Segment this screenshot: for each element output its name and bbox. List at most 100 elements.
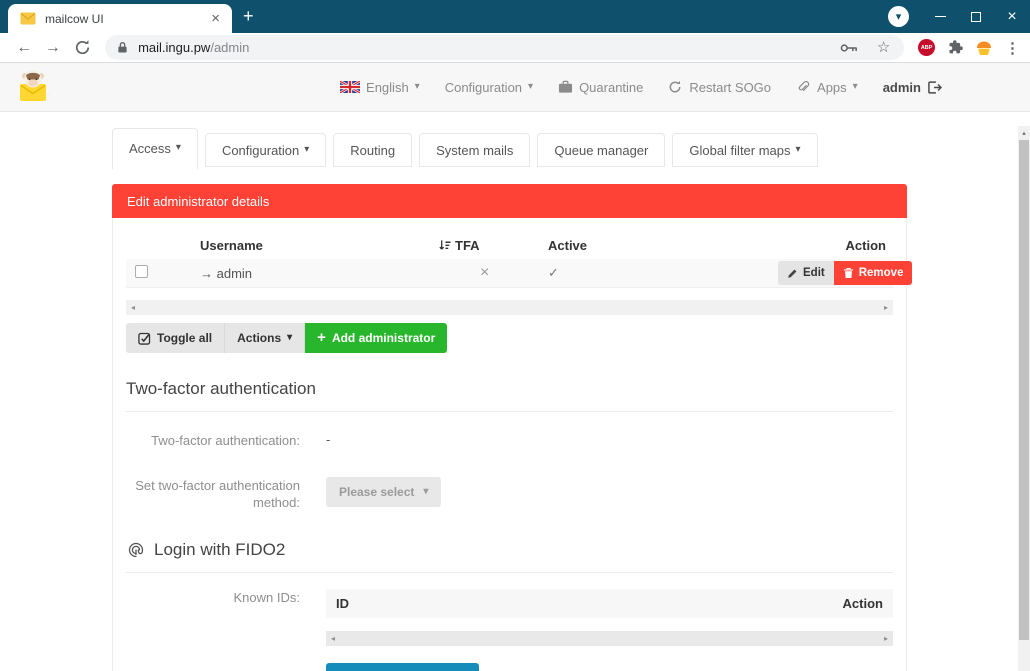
url-host: mail.ingu.pw	[138, 40, 210, 55]
tab-system-mails[interactable]: System mails	[419, 133, 530, 167]
forward-button[interactable]: →	[39, 39, 68, 57]
fingerprint-icon	[126, 540, 146, 560]
mailcow-favicon-icon	[20, 12, 36, 25]
fido2-col-id: ID	[336, 596, 349, 611]
uk-flag-icon	[340, 81, 360, 93]
minimize-icon	[935, 16, 946, 17]
tfa-heading-text: Two-factor authentication	[126, 379, 316, 399]
extensions-puzzle-icon[interactable]	[948, 40, 963, 55]
toggle-all-button[interactable]: Toggle all	[126, 323, 225, 353]
known-ids-label: Known IDs:	[126, 589, 300, 607]
browser-titlebar: mailcow UI × + ▾ ×	[0, 0, 1030, 33]
username-value: admin	[217, 266, 252, 281]
refresh-icon	[668, 80, 683, 94]
actions-dropdown-button[interactable]: Actions ▾	[225, 323, 305, 353]
tab-label: Queue manager	[554, 143, 648, 158]
restart-sogo-link[interactable]: Restart SOGo	[668, 80, 771, 95]
scroll-left-icon[interactable]: ◂	[331, 634, 335, 643]
quarantine-label: Quarantine	[579, 80, 643, 95]
row-username: → admin	[190, 266, 438, 281]
pencil-icon	[787, 268, 798, 279]
lock-icon[interactable]	[117, 41, 128, 54]
panel-body: Username TFA Active Action → admin	[112, 218, 907, 671]
profile-avatar[interactable]: ▾	[888, 6, 909, 27]
col-tfa-label: TFA	[455, 238, 480, 253]
close-window-button[interactable]: ×	[994, 0, 1030, 33]
tab-label: Configuration	[222, 143, 299, 158]
apps-menu[interactable]: Apps ▾	[796, 80, 858, 95]
scroll-left-icon[interactable]: ◂	[131, 303, 135, 312]
url-path: /admin	[210, 40, 249, 55]
scroll-right-icon[interactable]: ▸	[884, 303, 888, 312]
link-icon	[796, 80, 811, 94]
col-action: Action	[778, 238, 893, 253]
tfa-section-heading: Two-factor authentication	[126, 379, 893, 412]
admin-table-header: Username TFA Active Action	[126, 231, 893, 259]
remove-button[interactable]: Remove	[834, 261, 913, 285]
scroll-right-icon[interactable]: ▸	[884, 634, 888, 643]
known-ids-row: Known IDs: ID Action ◂ ▸ Register FIDO2 …	[126, 589, 893, 671]
mailcow-page: English ▾ Configuration ▾ Quarantine Res…	[0, 63, 1030, 671]
configuration-label: Configuration	[445, 80, 522, 95]
bookmark-star-icon[interactable]: ☆	[877, 40, 890, 55]
tfa-method-row: Set two-factor authentication method: Pl…	[126, 477, 893, 512]
tab-routing[interactable]: Routing	[333, 133, 412, 167]
restart-sogo-label: Restart SOGo	[689, 80, 771, 95]
browser-menu-icon[interactable]: ⋮	[1005, 39, 1020, 57]
tab-global-filter-maps[interactable]: Global filter maps ▾	[672, 133, 817, 167]
table-horizontal-scrollbar[interactable]: ◂ ▸	[126, 300, 893, 315]
edit-admin-panel: Edit administrator details Username TFA …	[112, 184, 907, 671]
edit-label: Edit	[803, 267, 825, 279]
password-key-icon[interactable]	[840, 42, 859, 54]
admin-tabs: Access ▾ Configuration ▾ Routing System …	[112, 128, 907, 169]
check-square-icon	[138, 332, 151, 345]
adblock-extension-icon[interactable]: ABP	[918, 39, 935, 56]
tab-queue-manager[interactable]: Queue manager	[537, 133, 665, 167]
scroll-up-icon[interactable]: ▴	[1018, 126, 1030, 137]
language-menu[interactable]: English ▾	[340, 80, 420, 95]
maximize-button[interactable]	[958, 0, 994, 33]
sort-icon[interactable]	[438, 239, 451, 252]
browser-tab[interactable]: mailcow UI ×	[8, 4, 232, 33]
panel-title-text: Edit administrator details	[127, 194, 269, 209]
new-tab-button[interactable]: +	[243, 6, 254, 27]
edit-button[interactable]: Edit	[778, 261, 834, 285]
tab-close-icon[interactable]: ×	[209, 11, 222, 26]
configuration-menu[interactable]: Configuration ▾	[445, 80, 533, 95]
page-vertical-scrollbar[interactable]: ▴	[1018, 126, 1030, 671]
caret-down-icon: ▾	[528, 82, 533, 92]
row-checkbox[interactable]	[135, 265, 148, 278]
tfa-current-row: Two-factor authentication: -	[126, 432, 893, 450]
avatar-caret-icon: ▾	[896, 12, 902, 23]
tab-configuration[interactable]: Configuration ▾	[205, 133, 326, 167]
tfa-method-select-label: Please select	[339, 485, 414, 499]
caret-down-icon: ▾	[176, 143, 181, 153]
tfa-current-value: -	[326, 432, 330, 447]
tab-label: Routing	[350, 143, 395, 158]
address-bar[interactable]: mail.ingu.pw/admin ☆	[105, 35, 904, 60]
quarantine-link[interactable]: Quarantine	[558, 80, 643, 95]
apps-label: Apps	[817, 80, 847, 95]
add-administrator-button[interactable]: + Add administrator	[305, 323, 447, 353]
back-button[interactable]: ←	[10, 39, 39, 57]
reload-button[interactable]	[74, 39, 91, 56]
muffin-extension-icon[interactable]	[975, 40, 993, 56]
minimize-button[interactable]	[922, 0, 958, 33]
mailcow-navbar: English ▾ Configuration ▾ Quarantine Res…	[0, 63, 1030, 112]
tfa-disabled-icon: ×	[480, 264, 538, 282]
mailcow-logo[interactable]	[16, 69, 54, 105]
plus-icon: +	[317, 329, 326, 346]
fido2-horizontal-scrollbar[interactable]: ◂ ▸	[326, 631, 893, 646]
admin-table-row: → admin × ✓ Edit	[126, 259, 893, 288]
tab-access[interactable]: Access ▾	[112, 128, 198, 169]
fido2-heading-text: Login with FIDO2	[154, 540, 285, 560]
url-text: mail.ingu.pw/admin	[138, 40, 249, 55]
user-menu[interactable]: admin	[883, 80, 942, 95]
tfa-method-select[interactable]: Please select ▾	[326, 477, 441, 507]
fido2-col-action: Action	[843, 596, 883, 611]
col-username: Username	[190, 238, 438, 253]
register-fido2-button[interactable]: Register FIDO2 device	[326, 663, 479, 671]
scrollbar-thumb[interactable]	[1019, 140, 1029, 640]
logout-icon	[927, 81, 942, 94]
col-tfa: TFA	[438, 238, 538, 253]
